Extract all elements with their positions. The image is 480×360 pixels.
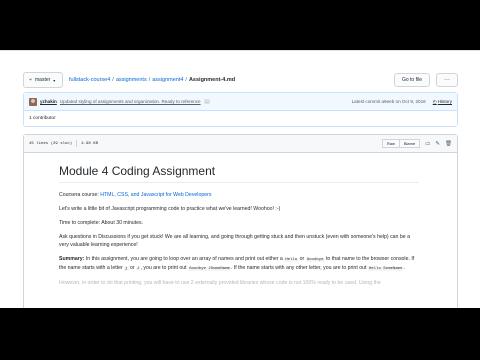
summary-text: or — [298, 256, 306, 262]
more-options-button[interactable]: ··· — [436, 73, 458, 87]
latest-commit-box: yzhakin Updated styling of assignments a… — [23, 92, 458, 127]
file-navigation: ⑂ master ▾ fullstack-course4 / assignmen… — [23, 72, 458, 88]
pencil-icon[interactable]: ✎ — [435, 141, 440, 147]
commit-message-link[interactable]: Updated styling of assignments and organ… — [60, 99, 201, 104]
inline-code: Hello — [284, 258, 299, 262]
course-paragraph: Coursera course: HTML, CSS, and Javascri… — [59, 191, 419, 199]
file-viewer: 45 lines (29 sloc) 4.98 KB Raw Blame ▭ ✎… — [23, 134, 458, 308]
branch-icon: ⑂ — [29, 77, 33, 83]
inline-code: Goodbye — [305, 258, 325, 262]
summary-text: . — [403, 265, 405, 271]
header-divider-line — [76, 140, 78, 147]
discussion-text: Ask questions in Discussions if you get … — [59, 234, 410, 248]
branch-label: master — [35, 77, 51, 83]
summary-label: Summary: — [59, 256, 85, 262]
contributors-row[interactable]: 1 contributor — [24, 110, 457, 126]
commit-author-link[interactable]: yzhakin — [40, 99, 57, 104]
desktop-icon[interactable]: ▭ — [425, 141, 430, 147]
breadcrumb-file-name: Assignment-4.md — [188, 77, 236, 83]
header-divider — [0, 50, 480, 51]
discussion-paragraph: Ask questions in Discussions if you get … — [59, 233, 419, 249]
time-value: About 30 minutes. — [100, 220, 144, 226]
blame-button[interactable]: Blame — [399, 139, 421, 148]
summary-text: In this assignment, you are going to loo… — [84, 256, 285, 262]
breadcrumb-separator: / — [112, 77, 114, 83]
summary-paragraph: Summary: In this assignment, you are goi… — [59, 255, 419, 273]
breadcrumb: fullstack-course4 / assignments / assign… — [69, 77, 235, 83]
file-actions: Raw Blame ▭ ✎ 🗑︎ — [381, 139, 452, 148]
history-icon: ◴ — [432, 98, 437, 104]
readme-title: Module 4 Coding Assignment — [59, 164, 419, 183]
time-label: Time to complete: — [59, 220, 101, 226]
cut-off-paragraph: However, in order to do that printing, y… — [59, 280, 381, 286]
summary-text: or — [128, 265, 137, 271]
raw-button[interactable]: Raw — [381, 139, 400, 148]
markdown-body: Module 4 Coding Assignment Coursera cour… — [24, 153, 419, 287]
trash-icon[interactable]: 🗑︎ — [445, 141, 452, 147]
breadcrumb-assignments-link[interactable]: assignments — [116, 77, 147, 83]
history-label: History — [437, 99, 452, 104]
breadcrumb-separator: / — [148, 77, 151, 83]
latest-commit-info: Latest commit a9eeb on Oct 9, 2016 — [351, 99, 426, 104]
inline-code: Hello SomeName — [367, 267, 404, 271]
file-line-count: 45 lines (29 sloc) — [29, 141, 73, 146]
intro-paragraph: Let's write a little bit of Javascript p… — [59, 206, 281, 212]
github-file-page: ⑂ master ▾ fullstack-course4 / assignmen… — [0, 50, 480, 308]
branch-select-button[interactable]: ⑂ master ▾ — [23, 72, 63, 88]
summary-text: . If the name starts with any other lett… — [230, 265, 368, 271]
time-paragraph: Time to complete: About 30 minutes. — [59, 219, 419, 227]
breadcrumb-repo-link[interactable]: fullstack-course4 — [69, 77, 110, 83]
breadcrumb-assignment4-link[interactable]: assignment4 — [152, 77, 183, 83]
avatar[interactable] — [29, 97, 37, 106]
breadcrumb-separator: / — [185, 77, 187, 83]
course-prefix: Coursera course: — [59, 192, 101, 198]
contributors-label: 1 contributor — [29, 116, 56, 121]
chevron-down-icon: ▾ — [53, 77, 56, 83]
expand-commit-button[interactable]: … — [203, 99, 210, 104]
history-link[interactable]: ◴ History — [433, 99, 452, 105]
file-header: 45 lines (29 sloc) 4.98 KB Raw Blame ▭ ✎… — [24, 135, 457, 153]
inline-code: Goodbye JSomeName — [188, 267, 231, 271]
summary-text: , you are to print out — [140, 265, 189, 271]
go-to-file-button[interactable]: Go to file — [394, 73, 430, 87]
course-link[interactable]: HTML, CSS, and Javascript for Web Develo… — [100, 192, 211, 198]
commit-row: yzhakin Updated styling of assignments a… — [24, 93, 457, 110]
file-size: 4.98 KB — [81, 141, 99, 146]
